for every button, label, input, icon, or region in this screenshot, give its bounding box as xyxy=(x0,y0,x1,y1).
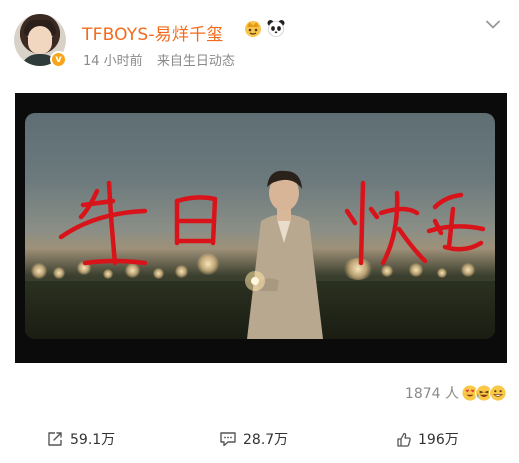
comment-count: 28.7万 xyxy=(243,432,289,448)
name-badges xyxy=(243,18,286,38)
like-count: 196万 xyxy=(418,432,459,448)
post-image[interactable] xyxy=(15,93,507,363)
bokeh-light xyxy=(175,265,188,278)
crown-icon xyxy=(245,21,261,37)
photo-frame xyxy=(25,113,495,339)
bokeh-light xyxy=(409,263,423,277)
comment-icon xyxy=(220,432,236,447)
like-button[interactable]: 196万 xyxy=(395,429,459,449)
post-meta: 14 小时前 来自生日动态 xyxy=(83,50,235,69)
bokeh-light xyxy=(53,267,65,279)
bokeh-light xyxy=(197,253,219,275)
weibo-post: v TFBOYS-易烊千玺 14 小时前 来自生日动态 1874 人 59.1万… xyxy=(0,0,519,463)
username[interactable]: TFBOYS-易烊千玺 xyxy=(82,20,224,45)
bokeh-light xyxy=(461,263,475,277)
verified-badge: v xyxy=(50,51,67,68)
repost-icon xyxy=(48,432,62,446)
bokeh-light xyxy=(103,269,113,279)
bokeh-light xyxy=(77,261,91,275)
reaction-count: 1874 人 xyxy=(404,386,459,402)
bokeh-light xyxy=(437,268,447,278)
repost-button[interactable]: 59.1万 xyxy=(47,429,115,449)
chevron-down-icon[interactable] xyxy=(486,20,500,30)
timestamp[interactable]: 14 小时前 xyxy=(83,54,143,69)
bokeh-light xyxy=(31,263,47,279)
bokeh-light xyxy=(343,258,373,280)
avatar-face xyxy=(28,26,52,54)
comment-button[interactable]: 28.7万 xyxy=(219,429,288,449)
grin-emoji-icon xyxy=(489,384,507,402)
panda-icon xyxy=(267,20,285,37)
action-bar: 59.1万 28.7万 196万 xyxy=(0,425,519,457)
bokeh-light xyxy=(153,268,164,279)
thumbs-up-icon xyxy=(397,432,411,447)
reaction-emojis xyxy=(461,384,507,402)
person-figure xyxy=(245,170,323,339)
post-source[interactable]: 来自生日动态 xyxy=(157,54,235,69)
bokeh-light xyxy=(125,263,140,278)
bokeh-light xyxy=(381,265,393,277)
reaction-summary[interactable]: 1874 人 xyxy=(405,383,507,403)
repost-count: 59.1万 xyxy=(70,432,116,448)
